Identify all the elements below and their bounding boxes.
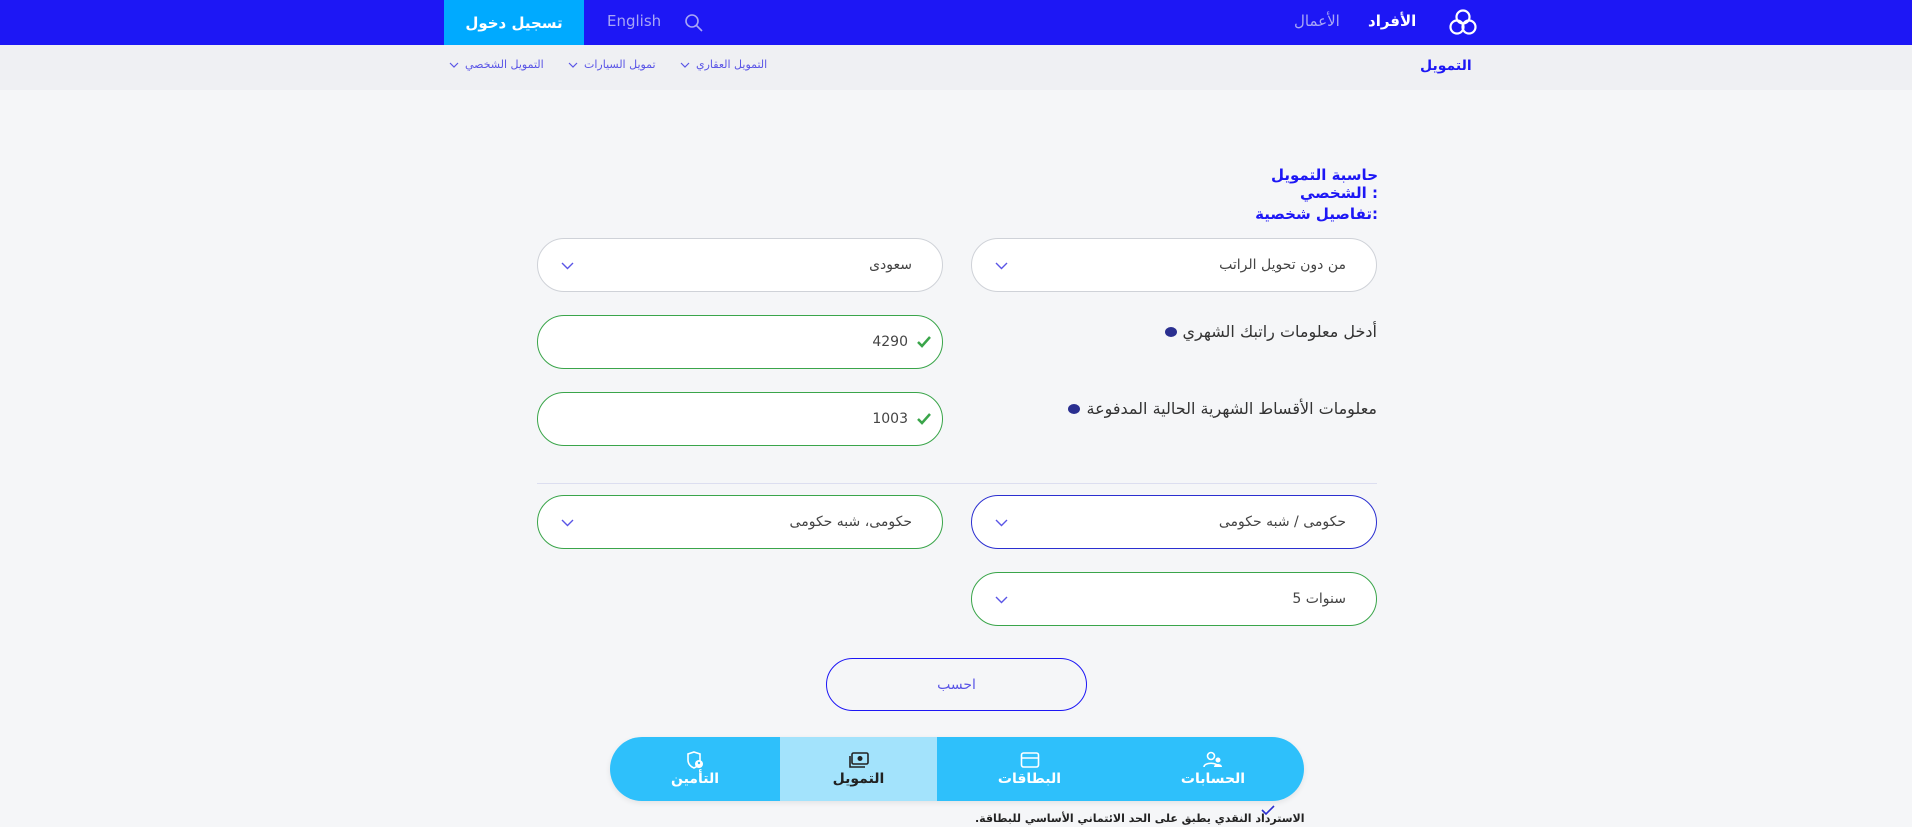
nav-individuals[interactable]: الأفراد: [1368, 12, 1416, 30]
bottom-nav-label: الحسابات: [1180, 771, 1246, 787]
search-icon[interactable]: [684, 13, 704, 33]
chevron-down-icon: [561, 262, 574, 270]
calculate-button[interactable]: احسب: [826, 658, 1087, 711]
calculator-heading: حاسبة التمويل الشخصي :: [1270, 166, 1378, 202]
bottom-nav-label: التأمين: [670, 771, 719, 787]
cashback-note: الاسترداد النقدي يطبق على الحد الائتماني…: [975, 812, 1305, 825]
top-bar: [0, 0, 1912, 45]
subnav-item-label: تمويل السيارات: [584, 58, 656, 71]
info-icon[interactable]: [1164, 326, 1177, 337]
subnav-title[interactable]: التمويل: [1420, 58, 1472, 74]
subnav-item-personal[interactable]: التمويل الشخصي: [449, 58, 544, 71]
card-icon: [1020, 752, 1039, 768]
chevron-down-icon: [680, 62, 690, 68]
check-icon: [917, 336, 931, 348]
sub-navigation: [0, 45, 1912, 90]
employer-type-value: حكومى / شبه حكومى: [1218, 514, 1346, 530]
chevron-down-icon: [568, 62, 578, 68]
bottom-nav-finance[interactable]: التمويل: [780, 737, 937, 801]
employer-sector-select[interactable]: حكومى، شبه حكومى: [537, 495, 943, 549]
nationality-value: سعودى: [869, 257, 912, 273]
users-icon: [1203, 751, 1222, 768]
info-icon[interactable]: [1068, 403, 1081, 414]
bottom-nav-insurance[interactable]: التأمين: [610, 737, 780, 801]
cash-icon: [848, 752, 869, 768]
bank-logo-icon[interactable]: [1447, 8, 1479, 38]
employer-sector-value: حكومى، شبه حكومى: [789, 514, 912, 530]
personal-details-heading: تفاصيل شخصية:: [1255, 205, 1378, 223]
nationality-select[interactable]: سعودى: [537, 238, 943, 292]
section-divider: [537, 483, 1377, 484]
salary-label-text: أدخل معلومات راتبك الشهري: [1182, 322, 1377, 341]
subnav-item-real-estate[interactable]: التمويل العقاري: [680, 58, 767, 71]
tenure-select[interactable]: 5 سنوات: [971, 572, 1377, 626]
installments-value: 1003: [872, 411, 908, 427]
language-switch[interactable]: English: [607, 12, 661, 30]
subnav-item-auto[interactable]: تمويل السيارات: [568, 58, 656, 71]
bottom-nav-label: البطاقات: [997, 771, 1062, 787]
salary-value: 4290: [872, 334, 908, 350]
shield-user-icon: [687, 751, 703, 769]
bottom-nav-accounts[interactable]: الحسابات: [1122, 737, 1304, 801]
login-button[interactable]: تسجيل دخول: [444, 0, 584, 45]
installments-label: معلومات الأقساط الشهرية الحالية المدفوعة: [1068, 399, 1377, 418]
installments-label-text: معلومات الأقساط الشهرية الحالية المدفوعة: [1086, 399, 1377, 418]
salary-input[interactable]: 4290: [537, 315, 943, 369]
chevron-down-icon: [995, 596, 1008, 604]
chevron-down-icon: [449, 62, 459, 68]
subnav-item-label: التمويل الشخصي: [465, 58, 544, 71]
bottom-navigation: الحسابات البطاقات التمويل التأمين: [610, 737, 1304, 801]
nav-business[interactable]: الأعمال: [1294, 12, 1340, 30]
salary-label: أدخل معلومات راتبك الشهري: [1164, 322, 1377, 341]
chevron-down-icon: [995, 519, 1008, 527]
salary-transfer-select[interactable]: من دون تحويل الراتب: [971, 238, 1377, 292]
bottom-nav-label: التمويل: [832, 771, 885, 787]
bottom-nav-cards[interactable]: البطاقات: [937, 737, 1122, 801]
salary-transfer-value: من دون تحويل الراتب: [1219, 257, 1346, 273]
chevron-down-icon: [995, 262, 1008, 270]
employer-type-select[interactable]: حكومى / شبه حكومى: [971, 495, 1377, 549]
chevron-down-icon: [561, 519, 574, 527]
check-icon: [917, 413, 931, 425]
tenure-value: 5 سنوات: [1292, 591, 1346, 607]
installments-input[interactable]: 1003: [537, 392, 943, 446]
subnav-item-label: التمويل العقاري: [696, 58, 768, 71]
